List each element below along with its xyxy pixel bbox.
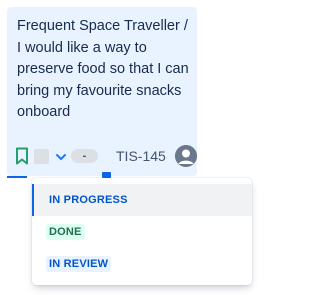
issue-key[interactable]: TIS-145 (116, 148, 166, 165)
status-lozenge: DONE (46, 224, 85, 240)
menu-item-in-review[interactable]: IN REVIEW (32, 248, 252, 280)
chevron-down-icon (54, 150, 68, 162)
card-summary: Frequent Space Traveller / I would like … (17, 18, 189, 120)
issue-card[interactable]: Frequent Space Traveller / I would like … (7, 7, 197, 176)
status-lozenge: IN PROGRESS (49, 194, 128, 206)
board-view: Frequent Space Traveller / I would like … (0, 0, 264, 295)
status-lozenge: IN REVIEW (46, 256, 112, 272)
bookmark-icon (15, 147, 29, 165)
placeholder-square (34, 149, 49, 164)
status-dropdown-menu: IN PROGRESS DONE IN REVIEW (32, 178, 252, 285)
user-avatar-icon[interactable] (175, 145, 197, 167)
status-trigger-underline (7, 176, 27, 178)
menu-item-done[interactable]: DONE (32, 216, 252, 248)
menu-item-in-progress[interactable]: IN PROGRESS (32, 184, 252, 216)
estimate-badge: - (71, 149, 98, 163)
card-footer: - TIS-145 (15, 145, 197, 169)
